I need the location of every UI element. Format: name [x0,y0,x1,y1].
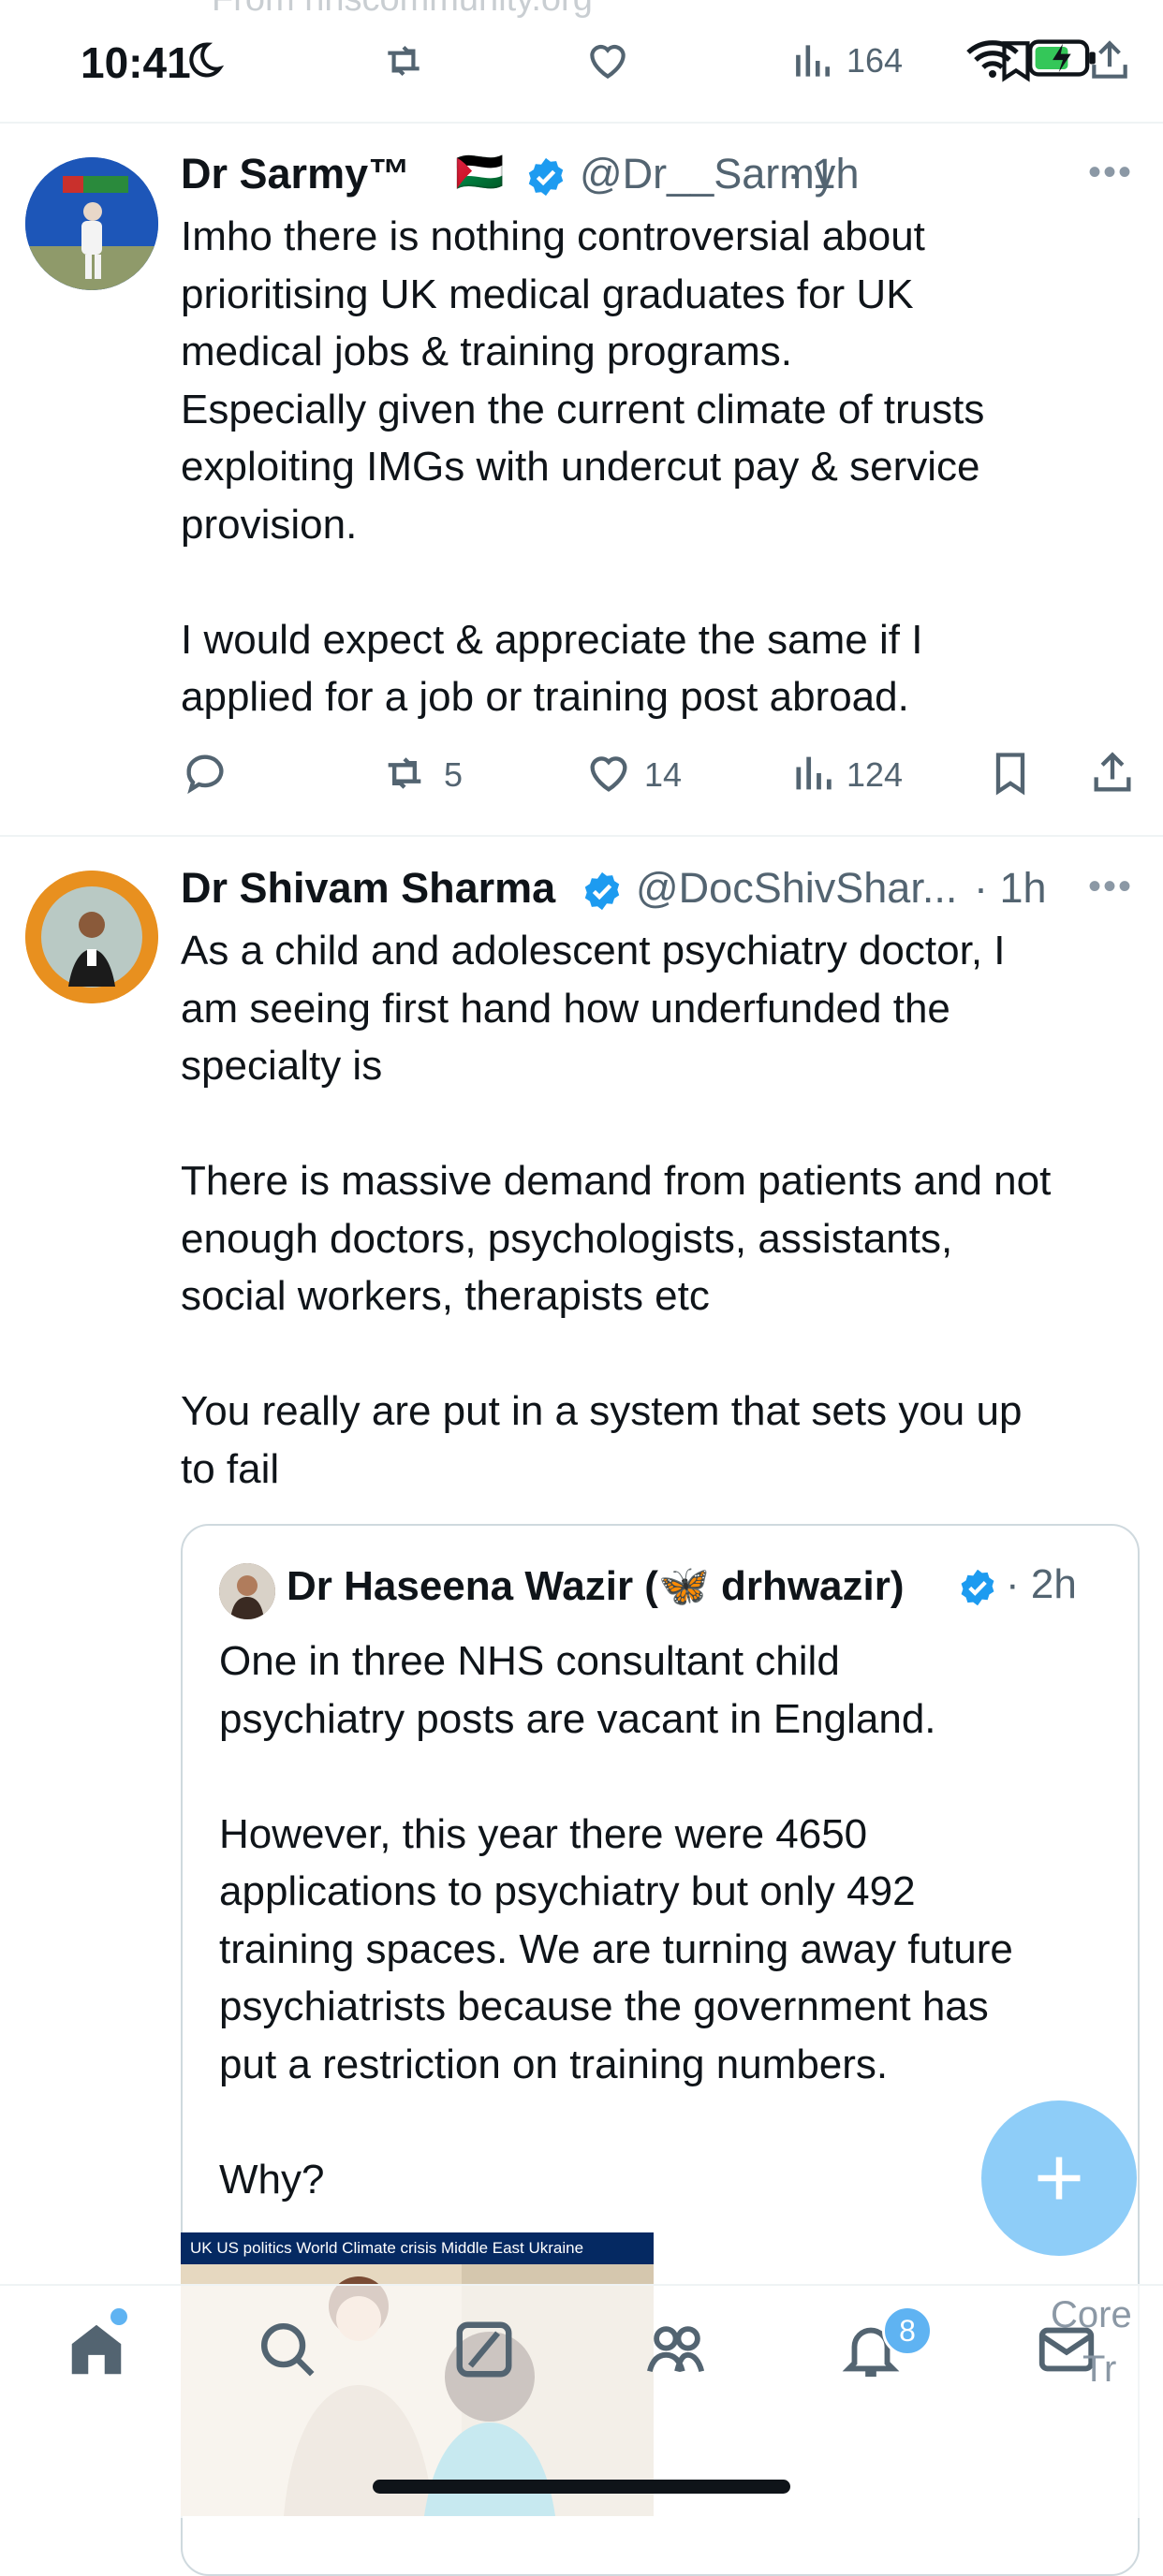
views-count: 164 [846,41,904,80]
views-count: 124 [846,755,904,794]
retweet-icon[interactable] [380,749,429,798]
quote-avatar-photo [219,1563,275,1619]
tweet-text: Imho there is nothing controversial abou… [181,213,985,720]
avatar-photo [25,157,158,290]
overlay-text-line-1: Core [1051,2294,1132,2335]
avatar[interactable] [25,157,158,290]
palestine-flag: 🇵🇸 [455,150,505,194]
home-icon[interactable] [64,2317,129,2382]
overlay-text-line-2: Tr [1082,2349,1117,2390]
grok-icon[interactable] [451,2317,517,2382]
like-icon[interactable] [584,37,631,84]
home-indicator[interactable] [373,2480,790,2494]
views-icon[interactable] [788,749,837,798]
tweet-text: As a child and adolescent psychiatry doc… [181,928,1052,1492]
avatar[interactable] [25,871,158,1003]
verified-icon [961,1569,994,1606]
author-name[interactable]: Dr Sarmy™ [181,150,410,198]
retweet-icon[interactable] [380,37,427,84]
more-options-icon[interactable]: ••• [1088,152,1133,194]
views-icon[interactable] [788,37,835,84]
previous-tweet-link-text: From nhscommunity.org [212,0,593,20]
search-icon[interactable] [255,2317,320,2382]
tweet-time: · 1h [974,864,1047,912]
compose-button[interactable] [981,2100,1137,2256]
tweet-time: · 1h [787,150,860,198]
share-icon[interactable] [1088,749,1137,798]
status-time: 10:41 [81,38,191,87]
bookmark-icon[interactable] [986,749,1035,798]
compose-plus-icon [1038,2157,1081,2200]
communities-icon[interactable] [644,2317,710,2382]
overlay-text: Core Tr [1051,2288,1132,2396]
quote-text: One in three NHS consultant child psychi… [219,1638,1013,2203]
like-icon[interactable] [584,749,633,798]
retweet-count: 5 [444,755,464,794]
reply-icon[interactable] [181,749,229,798]
news-nav-bar: UK US politics World Climate crisis Midd… [181,2232,654,2264]
verified-icon [584,871,620,911]
focus-moon-icon [189,42,225,78]
share-icon[interactable] [1086,37,1133,84]
tweet-divider [0,835,1163,837]
quote-avatar [219,1563,275,1619]
verified-icon [528,157,564,197]
author-handle[interactable]: @DocShivShar... [636,864,957,913]
home-unread-dot [110,2308,127,2325]
status-bar: From nhscommunity.org 10:41 164 [0,0,1163,124]
avatar-photo [25,871,158,1003]
like-count: 14 [644,755,683,794]
notifications-badge: 8 [882,2305,933,2356]
quote-author-name[interactable]: Dr Haseena Wazir (🦋 drhwazir) [287,1561,905,1610]
more-options-icon[interactable]: ••• [1088,866,1133,908]
author-name[interactable]: Dr Shivam Sharma [181,864,555,913]
quote-time: · 2h [1006,1561,1077,1607]
